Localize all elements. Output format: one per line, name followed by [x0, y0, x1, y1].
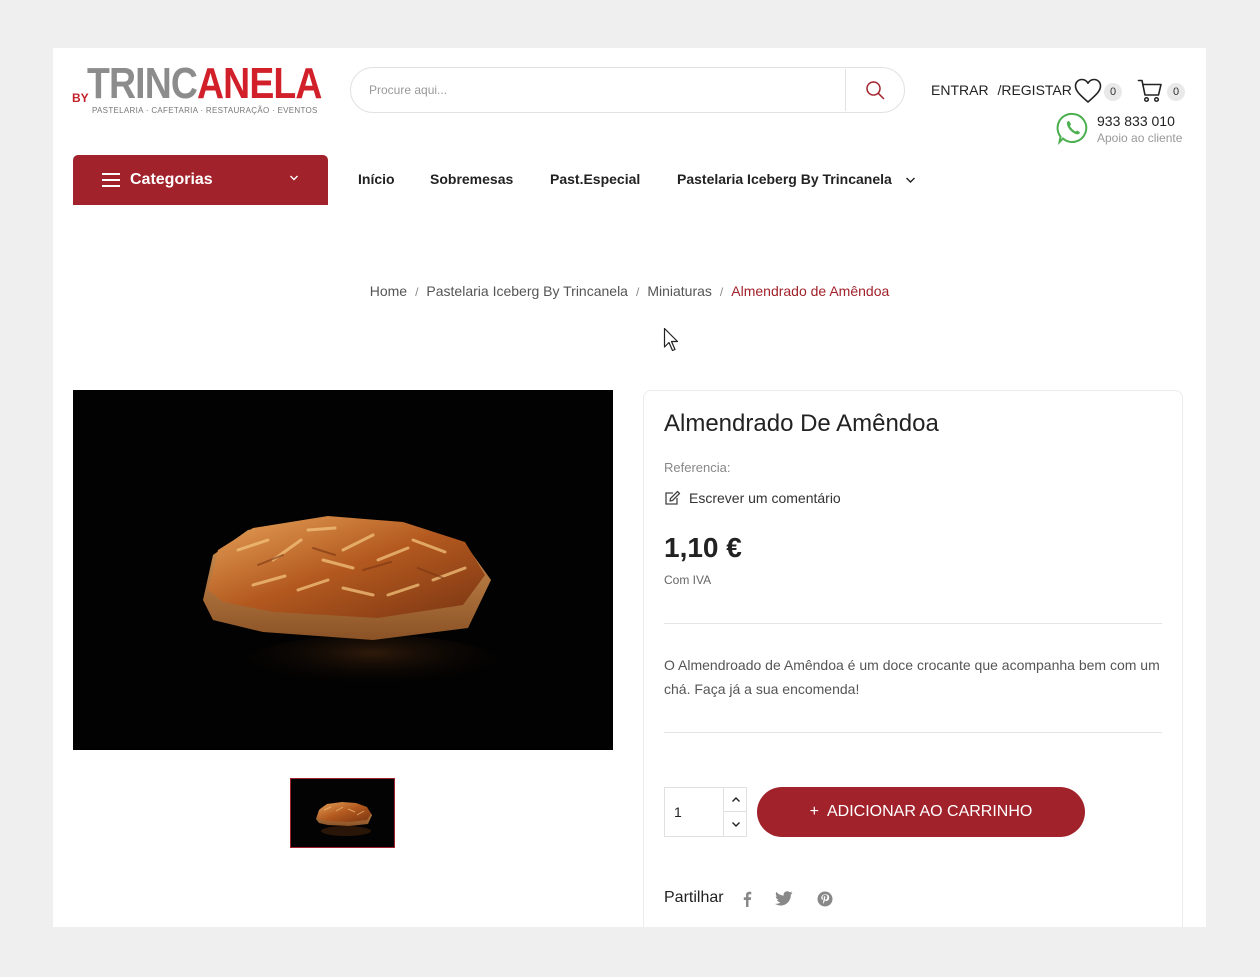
nav-item-past-especial[interactable]: Past.Especial [550, 171, 640, 187]
product-thumbnail[interactable] [290, 778, 395, 848]
support-phone-number: 933 833 010 [1097, 113, 1175, 129]
divider [664, 623, 1162, 624]
logo-word: TRINCANELA [87, 62, 322, 106]
support-label: Apoio ao cliente [1097, 131, 1183, 145]
quantity-input[interactable] [665, 788, 723, 836]
logo-tagline: PASTELARIA · CAFETARIA · RESTAURAÇÃO · E… [92, 106, 318, 115]
breadcrumb-pastelaria-iceberg[interactable]: Pastelaria Iceberg By Trincanela [426, 283, 628, 299]
search-input[interactable] [369, 68, 839, 112]
logo-word-part2: ANELA [197, 59, 322, 108]
breadcrumb-separator: / [635, 285, 640, 299]
chevron-down-icon [731, 821, 740, 827]
nav-chevron-down-icon [906, 177, 915, 183]
chevron-down-icon [290, 175, 298, 181]
product-info-panel: Almendrado De Amêndoa Referencia: Escrev… [643, 390, 1183, 927]
twitter-icon[interactable] [775, 891, 793, 906]
chevron-up-icon [731, 797, 740, 802]
write-comment-label: Escrever um comentário [689, 490, 841, 506]
quantity-increase-button[interactable] [723, 788, 747, 812]
wishlist-button[interactable]: 0 [1074, 77, 1124, 107]
write-comment-link[interactable]: Escrever um comentário [664, 490, 841, 506]
edit-icon [665, 490, 681, 505]
nav-item-inicio[interactable]: Início [358, 171, 395, 187]
breadcrumb-separator: / [719, 285, 724, 299]
divider [664, 732, 1162, 733]
product-price: 1,10 € [664, 532, 742, 563]
nav-item-pastelaria-iceberg[interactable]: Pastelaria Iceberg By Trincanela [677, 171, 892, 187]
logo-word-part1: TRINC [87, 59, 198, 108]
hamburger-icon [102, 173, 120, 187]
customer-support[interactable]: 933 833 010 Apoio ao cliente [1056, 111, 1196, 147]
categories-label: Categorias [130, 171, 213, 188]
pinterest-icon[interactable] [817, 891, 833, 907]
page: BY TRINCANELA PASTELARIA · CAFETARIA · R… [53, 48, 1206, 927]
nav-item-sobremesas[interactable]: Sobremesas [430, 171, 513, 187]
breadcrumb-separator: / [415, 285, 419, 299]
product-thumbnail-photo [291, 779, 394, 847]
plus-icon: + [809, 803, 819, 820]
product-reference: Referencia: [664, 460, 731, 475]
breadcrumb-current: Almendrado de Amêndoa [731, 283, 890, 299]
mouse-cursor-icon [663, 327, 679, 352]
product-title: Almendrado De Amêndoa [664, 410, 939, 437]
add-to-cart-button[interactable]: + ADICIONAR AO CARRINHO [757, 787, 1085, 837]
cart-button[interactable]: 0 [1137, 77, 1187, 107]
quantity-stepper [664, 787, 747, 837]
site-logo[interactable]: BY TRINCANELA PASTELARIA · CAFETARIA · R… [72, 62, 322, 117]
heart-icon [1074, 78, 1102, 103]
vat-label: Com IVA [664, 573, 712, 587]
whatsapp-icon [1056, 112, 1088, 145]
register-link[interactable]: REGISTAR [1001, 82, 1072, 98]
categories-menu-button[interactable]: Categorias [73, 155, 328, 205]
add-to-cart-label: ADICIONAR AO CARRINHO [826, 803, 1033, 820]
wishlist-count-badge: 0 [1104, 83, 1122, 101]
cart-icon [1137, 79, 1162, 103]
account-links: ENTRAR /REGISTAR [931, 82, 1072, 98]
search-icon [866, 81, 885, 100]
breadcrumb: Home / Pastelaria Iceberg By Trincanela / Mi… [53, 283, 1206, 299]
product-description: O Almendroado de Amêndoa é um doce croca… [664, 657, 1160, 697]
cart-count-badge: 0 [1167, 83, 1185, 101]
search-bar [350, 67, 905, 113]
breadcrumb-home[interactable]: Home [370, 283, 407, 299]
search-button[interactable] [846, 68, 904, 112]
breadcrumb-miniaturas[interactable]: Miniaturas [647, 283, 712, 299]
login-link[interactable]: ENTRAR [931, 82, 989, 98]
quantity-decrease-button[interactable] [723, 812, 747, 836]
product-photo [73, 390, 613, 750]
share-label: Partilhar [664, 889, 724, 906]
product-main-image[interactable] [73, 390, 613, 750]
facebook-icon[interactable] [742, 891, 752, 907]
